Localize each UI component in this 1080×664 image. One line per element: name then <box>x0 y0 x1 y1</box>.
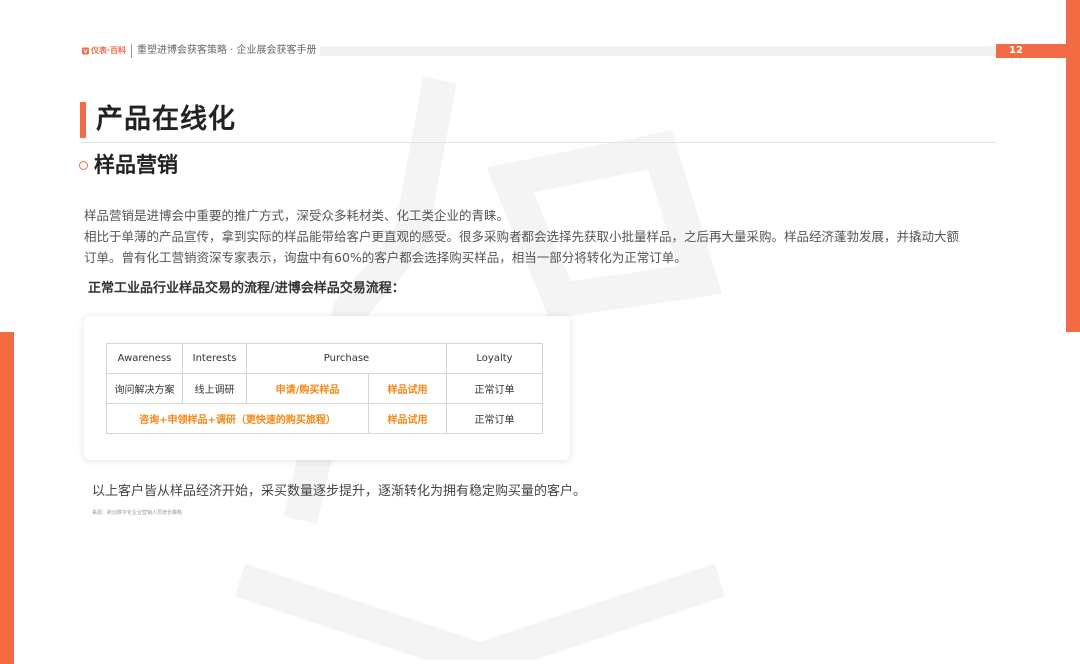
table-cell: 正常订单 <box>446 403 543 434</box>
flow-table: Awareness Interests Purchase Loyalty 询问解… <box>106 343 543 434</box>
section-accent-bar <box>80 102 86 138</box>
table-header-cell: Awareness <box>106 343 183 374</box>
flow-label: 正常工业品行业样品交易的流程/进博会样品交易流程： <box>88 281 405 296</box>
logo-icon <box>82 47 89 55</box>
table-cell: 询问解决方案 <box>106 373 183 404</box>
section-divider <box>80 142 996 143</box>
logo-text: 仪表·百科 <box>90 46 126 55</box>
bullet-circle-icon <box>79 161 88 170</box>
table-cell: 样品试用 <box>368 373 447 404</box>
left-accent-bar <box>0 332 14 664</box>
table-row: Awareness Interests Purchase Loyalty <box>106 343 543 374</box>
section-subtitle: 样品营销 <box>94 153 178 177</box>
table-cell: 咨询+申领样品+调研（更快速的购买旅程） <box>106 403 369 434</box>
source-note: 来源：新创数字化企业营销人员增长策略 <box>92 510 183 516</box>
document-title: 重塑进博会获客策略 · 企业展会获客手册 <box>137 45 317 56</box>
page-number: 12 <box>1009 45 1023 56</box>
paragraph: 样品营销是进博会中重要的推广方式，深受众多耗材类、化工类企业的青睐。 <box>84 208 510 223</box>
header-bar <box>320 46 996 56</box>
paragraph: 相比于单薄的产品宣传，拿到实际的样品能带给客户更直观的感受。很多采购者都会选择先… <box>84 229 960 265</box>
table-row: 咨询+申领样品+调研（更快速的购买旅程） 样品试用 正常订单 <box>106 403 543 434</box>
table-cell: 线上调研 <box>182 373 247 404</box>
table-header-cell: Interests <box>182 343 247 374</box>
section-title: 产品在线化 <box>96 104 236 135</box>
table-cell: 正常订单 <box>446 373 543 404</box>
table-header-cell: Loyalty <box>446 343 543 374</box>
brand-logo: 仪表·百科 <box>82 43 126 59</box>
body-text: 样品营销是进博会中重要的推广方式，深受众多耗材类、化工类企业的青睐。 相比于单薄… <box>84 205 964 268</box>
header-divider <box>131 44 132 58</box>
conclusion-text: 以上客户皆从样品经济开始，采买数量逐步提升，逐渐转化为拥有稳定购买量的客户。 <box>92 484 587 499</box>
table-cell: 申请/购买样品 <box>246 373 369 404</box>
table-cell: 样品试用 <box>368 403 447 434</box>
table-row: 询问解决方案 线上调研 申请/购买样品 样品试用 正常订单 <box>106 373 543 404</box>
table-header-cell: Purchase <box>246 343 447 374</box>
right-accent-bar <box>1066 0 1080 332</box>
flow-card: Awareness Interests Purchase Loyalty 询问解… <box>84 316 570 460</box>
